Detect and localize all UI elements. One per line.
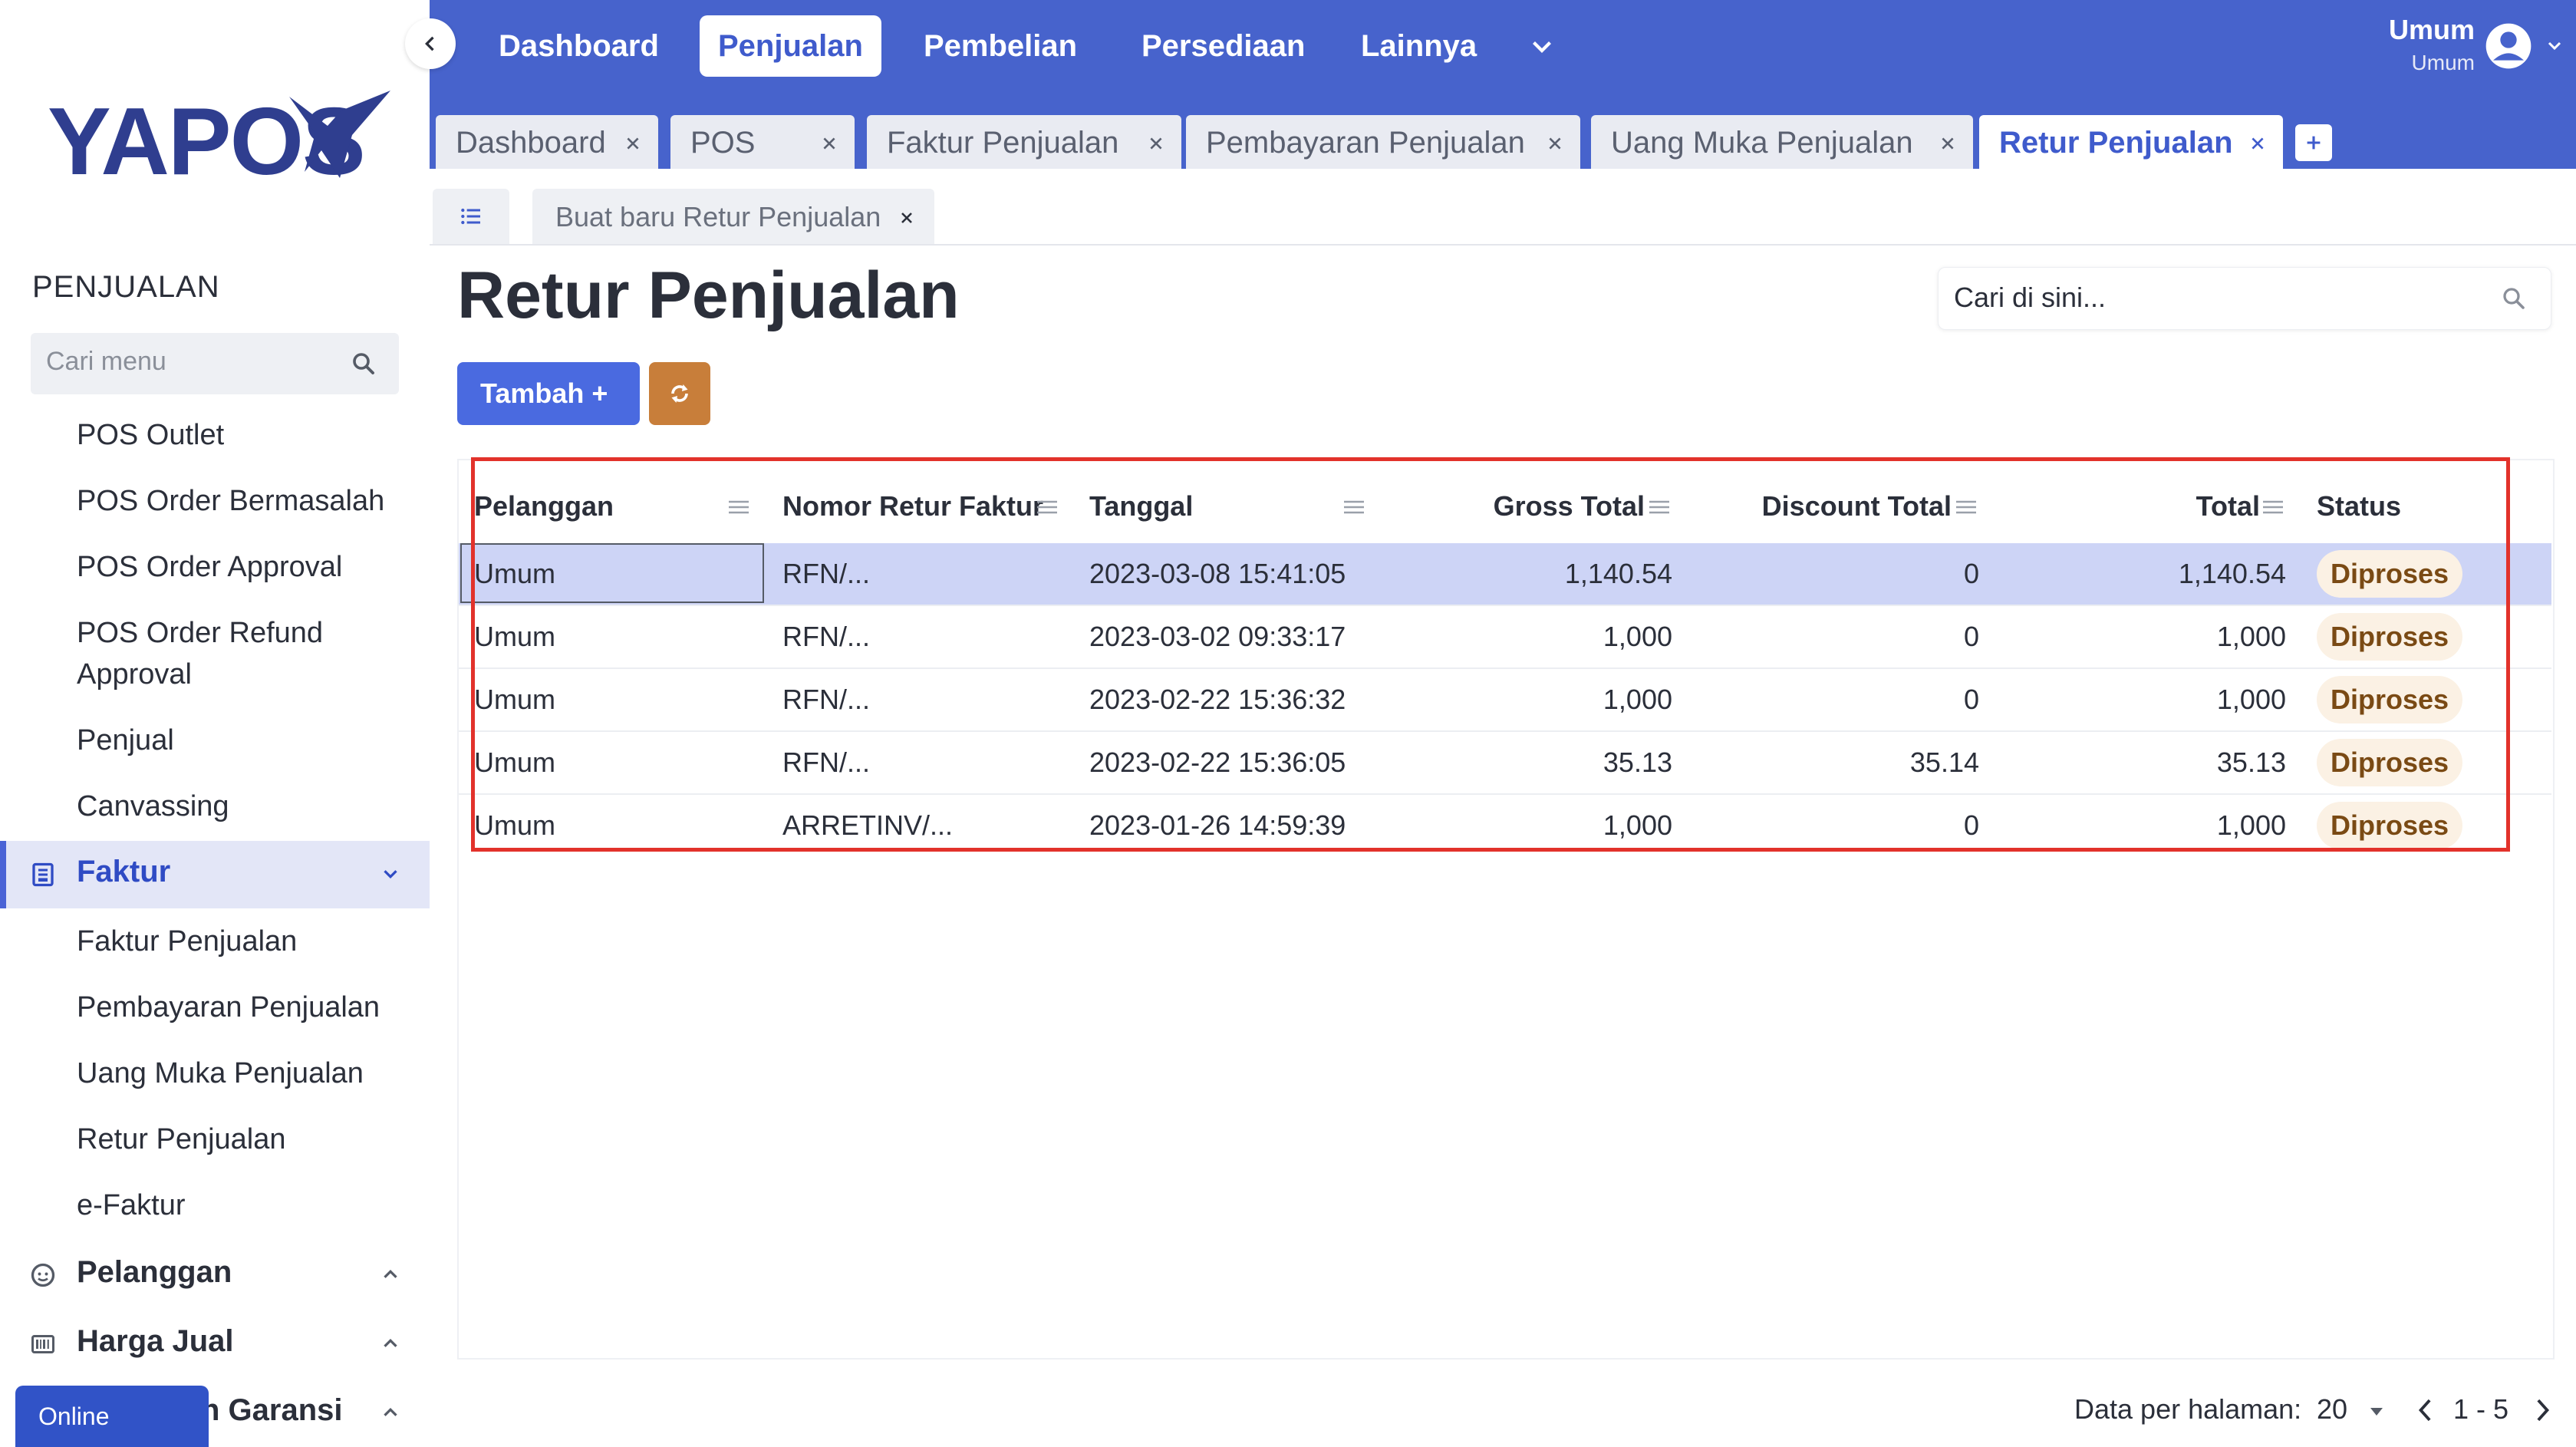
user-role: Umum	[2411, 51, 2475, 74]
invoice-icon	[32, 862, 54, 887]
tab-retur-penjualan[interactable]: Retur Penjualan	[1979, 115, 2283, 169]
user-menu-chevron-icon[interactable]	[2544, 37, 2565, 55]
tab-pembayaran-penjualan-label: Pembayaran Penjualan	[1206, 126, 1525, 160]
tab-pembayaran-penjualan[interactable]: Pembayaran Penjualan	[1186, 115, 1580, 169]
sidebar-item-e-faktur[interactable]: e-Faktur	[77, 1185, 185, 1226]
menu-search-input[interactable]: Cari menu	[31, 333, 399, 394]
nav-persediaan[interactable]: Persediaan	[1123, 15, 1323, 77]
highlight-annotation-box	[471, 457, 2510, 852]
search-icon	[2503, 288, 2525, 309]
chevron-left-icon	[425, 36, 434, 51]
nav-lainnya[interactable]: Lainnya	[1342, 15, 1495, 77]
plus-icon	[2307, 136, 2321, 150]
logo: YAPOS	[48, 80, 393, 195]
close-icon[interactable]	[2249, 135, 2266, 152]
nav-pembelian[interactable]: Pembelian	[905, 15, 1095, 77]
tab-pos[interactable]: POS	[670, 115, 855, 169]
close-icon[interactable]	[1547, 135, 1563, 152]
barcode-icon	[31, 1335, 54, 1353]
tab-pos-label: POS	[690, 126, 756, 160]
page-title: Retur Penjualan	[457, 259, 960, 332]
sidebar: YAPOS PENJUALAN Cari menu POS Outlet POS…	[0, 0, 430, 1447]
nav-penjualan[interactable]: Penjualan	[700, 15, 881, 77]
new-retur-tab-label: Buat baru Retur Penjualan	[555, 201, 881, 232]
tab-dashboard-label: Dashboard	[456, 126, 606, 160]
nav-dashboard[interactable]: Dashboard	[480, 15, 677, 77]
bird-logo-icon	[289, 91, 390, 178]
sidebar-item-pos-order-refund[interactable]: POS Order Refund	[77, 612, 323, 654]
tab-faktur-penjualan[interactable]: Faktur Penjualan	[867, 115, 1181, 169]
chevron-up-icon	[384, 1338, 397, 1347]
user-avatar-icon[interactable]	[2484, 21, 2533, 71]
collapse-sidebar-button[interactable]	[405, 18, 456, 69]
sidebar-group-faktur[interactable]: Faktur	[0, 841, 430, 908]
more-menu-chevron-icon[interactable]	[1527, 32, 1557, 60]
user-name[interactable]: Umum	[2389, 14, 2475, 46]
sidebar-heading: PENJUALAN	[32, 270, 220, 304]
close-icon[interactable]	[899, 210, 914, 226]
close-icon[interactable]	[1939, 135, 1956, 152]
close-icon[interactable]	[821, 135, 838, 152]
chevron-left-icon[interactable]	[2415, 1396, 2436, 1424]
chevron-up-icon	[384, 1407, 397, 1416]
caret-down-icon[interactable]	[2367, 1404, 2386, 1419]
chevron-right-icon[interactable]	[2532, 1396, 2553, 1424]
chevron-up-icon	[384, 1269, 397, 1278]
sidebar-item-canvassing[interactable]: Canvassing	[77, 786, 229, 827]
search-icon	[353, 353, 374, 374]
add-button[interactable]: Tambah +	[457, 362, 640, 425]
tab-uang-muka-penjualan[interactable]: Uang Muka Penjualan	[1591, 115, 1973, 169]
sidebar-item-pembayaran-penjualan[interactable]: Pembayaran Penjualan	[77, 987, 380, 1028]
list-view-tab[interactable]	[433, 189, 509, 244]
sidebar-item-faktur-penjualan[interactable]: Faktur Penjualan	[77, 921, 297, 962]
sidebar-group-harga-jual-label: Harga Jual	[77, 1324, 234, 1358]
open-tabs-bar: Dashboard POS Faktur Penjualan Pembayara…	[430, 91, 2576, 169]
sidebar-item-pos-order-approval[interactable]: POS Order Approval	[77, 546, 342, 588]
menu-search-placeholder: Cari menu	[46, 347, 166, 376]
sidebar-item-pos-order-bermasalah[interactable]: POS Order Bermasalah	[77, 480, 384, 522]
add-tab-button[interactable]	[2295, 124, 2332, 161]
list-icon	[461, 208, 480, 225]
sidebar-item-uang-muka-penjualan[interactable]: Uang Muka Penjualan	[77, 1053, 364, 1094]
sidebar-group-pelanggan-label: Pelanggan	[77, 1255, 232, 1289]
page-search-placeholder: Cari di sini...	[1954, 282, 2107, 313]
sidebar-item-penjual[interactable]: Penjual	[77, 720, 174, 761]
refresh-button[interactable]	[649, 362, 710, 425]
sidebar-item-pos-order-refund-line2[interactable]: Approval	[77, 654, 192, 695]
sidebar-group-harga-jual[interactable]: Harga Jual	[0, 1310, 430, 1378]
sidebar-group-faktur-label: Faktur	[77, 855, 171, 888]
tab-dashboard[interactable]: Dashboard	[436, 115, 658, 169]
pagination-range: 1 - 5	[2453, 1393, 2509, 1425]
top-navigation: Dashboard Penjualan Pembelian Persediaan…	[430, 0, 2576, 91]
per-page-select[interactable]: 20	[2317, 1393, 2347, 1426]
tab-uang-muka-penjualan-label: Uang Muka Penjualan	[1611, 126, 1913, 160]
page-search-input[interactable]: Cari di sini...	[1938, 267, 2551, 330]
sub-tabs-bar: Buat baru Retur Penjualan	[430, 169, 2576, 246]
sidebar-item-pos-outlet[interactable]: POS Outlet	[77, 414, 224, 456]
chevron-down-icon	[384, 870, 397, 879]
face-icon	[31, 1263, 55, 1287]
sidebar-group-garansi-label: n Garansi	[201, 1393, 343, 1427]
close-icon[interactable]	[624, 135, 641, 152]
tab-faktur-penjualan-label: Faktur Penjualan	[887, 126, 1119, 160]
sidebar-item-retur-penjualan[interactable]: Retur Penjualan	[77, 1119, 286, 1160]
tab-retur-penjualan-label: Retur Penjualan	[1999, 126, 2233, 160]
online-status-badge[interactable]: Online	[15, 1386, 209, 1447]
add-button-label: Tambah +	[480, 377, 608, 409]
per-page-label: Data per halaman:	[2074, 1393, 2302, 1425]
new-retur-tab[interactable]: Buat baru Retur Penjualan	[532, 189, 934, 244]
refresh-icon	[671, 384, 688, 403]
online-status-label: Online	[38, 1403, 110, 1430]
sidebar-group-pelanggan[interactable]: Pelanggan	[0, 1241, 430, 1309]
close-icon[interactable]	[1148, 135, 1164, 152]
